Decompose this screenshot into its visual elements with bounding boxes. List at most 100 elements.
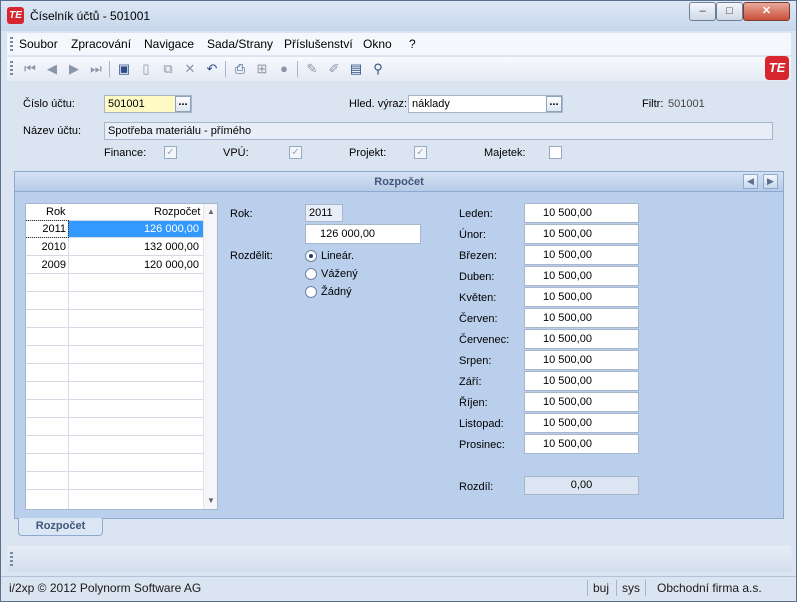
scroll-down-icon[interactable]: ▼ [204,494,217,508]
scroll-up-icon[interactable]: ▲ [204,205,217,219]
eraser-icon[interactable]: ✐ [325,60,343,78]
panel-prev-icon[interactable]: ◀ [743,174,758,189]
month-input-jun[interactable]: 10 500,00 [524,308,639,328]
close-button[interactable]: ✕ [743,2,790,21]
month-input-jan[interactable]: 10 500,00 [524,203,639,223]
disc-icon[interactable]: ● [275,60,293,78]
split-none-label[interactable]: Žádný [321,286,352,298]
new-icon[interactable]: ▯ [137,60,155,78]
empty-row [26,293,203,310]
last-icon[interactable]: ⏭ [87,60,105,78]
table-row[interactable]: 2009 120 000,00 [26,257,203,274]
account-number-label: Číslo účtu: [23,98,75,110]
undo-icon[interactable]: ↶ [203,60,221,78]
minimize-button[interactable]: – [689,2,716,21]
asset-checkbox[interactable] [549,146,562,159]
status-separator [645,580,646,596]
month-label-jul: Červenec: [459,334,510,346]
bottom-toolbar [7,546,791,572]
table-row[interactable]: 2010 132 000,00 [26,239,203,256]
month-input-sep[interactable]: 10 500,00 [524,371,639,391]
menu-navigace[interactable]: Navigace [144,37,194,51]
search-label: Hled. výraz: [349,98,408,110]
account-name-field[interactable]: Spotřeba materiálu - přímého [104,122,773,140]
menu-help[interactable]: ? [409,37,416,51]
project-checkbox[interactable]: ✓ [414,146,427,159]
month-input-jul[interactable]: 10 500,00 [524,329,639,349]
split-label: Rozdělit: [230,250,273,262]
maximize-button[interactable]: □ [716,2,743,21]
print-icon[interactable]: ⎙ [231,60,249,78]
year-field[interactable]: 2011 [305,204,343,222]
menu-okno[interactable]: Okno [363,37,392,51]
pen-icon[interactable]: ✎ [303,60,321,78]
status-separator [616,580,617,596]
row-budget: 120 000,00 [143,259,199,271]
filter-icon[interactable]: ⚲ [369,60,387,78]
month-input-dec[interactable]: 10 500,00 [524,434,639,454]
status-separator [587,580,588,596]
month-input-aug[interactable]: 10 500,00 [524,350,639,370]
grid-header: Rok Rozpočet [26,204,203,221]
column-header-rozpocet[interactable]: Rozpočet [154,206,200,218]
budget-grid: Rok Rozpočet 2011 126 000,00 2010 132 00… [25,203,218,510]
panel-next-icon[interactable]: ▶ [763,174,778,189]
menu-soubor[interactable]: Soubor [19,37,58,51]
month-input-feb[interactable]: 10 500,00 [524,224,639,244]
save-icon[interactable]: ▣ [115,60,133,78]
month-input-oct[interactable]: 10 500,00 [524,392,639,412]
split-none-radio[interactable] [305,286,317,298]
previous-icon[interactable]: ◀ [43,60,61,78]
search-browse-button[interactable]: ... [546,96,562,112]
month-input-may[interactable]: 10 500,00 [524,287,639,307]
empty-row [26,401,203,418]
difference-label: Rozdíl: [459,481,494,493]
first-icon[interactable]: ⏮ [21,60,39,78]
empty-row [26,347,203,364]
table-row[interactable]: 2011 126 000,00 [26,220,203,238]
toolbar-separator [225,61,226,77]
search-input[interactable]: náklady [408,95,563,113]
finance-checkbox[interactable]: ✓ [164,146,177,159]
month-input-mar[interactable]: 10 500,00 [524,245,639,265]
split-linear-radio[interactable] [305,250,317,262]
month-label-nov: Listopad: [459,418,504,430]
brand-logo-icon: TE [765,56,789,80]
month-label-sep: Září: [459,376,482,388]
empty-row [26,437,203,454]
delete-icon[interactable]: ✕ [181,60,199,78]
month-input-apr[interactable]: 10 500,00 [524,266,639,286]
empty-row [26,419,203,436]
menu-grip-icon[interactable] [10,37,13,51]
next-icon[interactable]: ▶ [65,60,83,78]
split-weighted-label[interactable]: Vážený [321,268,358,280]
menu-zpracovani[interactable]: Zpracování [71,37,131,51]
vpu-checkbox[interactable]: ✓ [289,146,302,159]
notes-icon[interactable]: ▤ [347,60,365,78]
account-browse-button[interactable]: ... [175,96,191,112]
tab-strip: Rozpočet [14,518,784,540]
year-amount-input[interactable]: 126 000,00 [305,224,421,244]
bottom-grip-icon[interactable] [10,552,13,566]
app-window: TE Číselník účtů - 501001 – □ ✕ Soubor Z… [0,0,797,602]
empty-row [26,311,203,328]
month-label-mar: Březen: [459,250,497,262]
filter-label: Filtr: [642,98,664,110]
month-input-nov[interactable]: 10 500,00 [524,413,639,433]
copyright-text: i/2xp © 2012 Polynorm Software AG [9,581,202,595]
row-budget: 126 000,00 [143,223,199,235]
toolbar-grip-icon[interactable] [10,61,13,75]
empty-row [26,473,203,490]
empty-row [26,275,203,292]
grid-scrollbar[interactable]: ▲ ▼ [203,204,217,509]
column-header-rok[interactable]: Rok [46,206,66,218]
finance-label: Finance: [104,147,147,159]
structure-icon[interactable]: ⊞ [253,60,271,78]
split-weighted-radio[interactable] [305,268,317,280]
split-linear-label[interactable]: Lineár. [321,250,354,262]
menu-prislusenstvi[interactable]: Příslušenství [284,37,353,51]
copy-icon[interactable]: ⧉ [159,60,177,78]
row-budget: 132 000,00 [143,241,199,253]
tab-rozpocet[interactable]: Rozpočet [18,518,103,536]
menu-sada-strany[interactable]: Sada/Strany [207,37,273,51]
